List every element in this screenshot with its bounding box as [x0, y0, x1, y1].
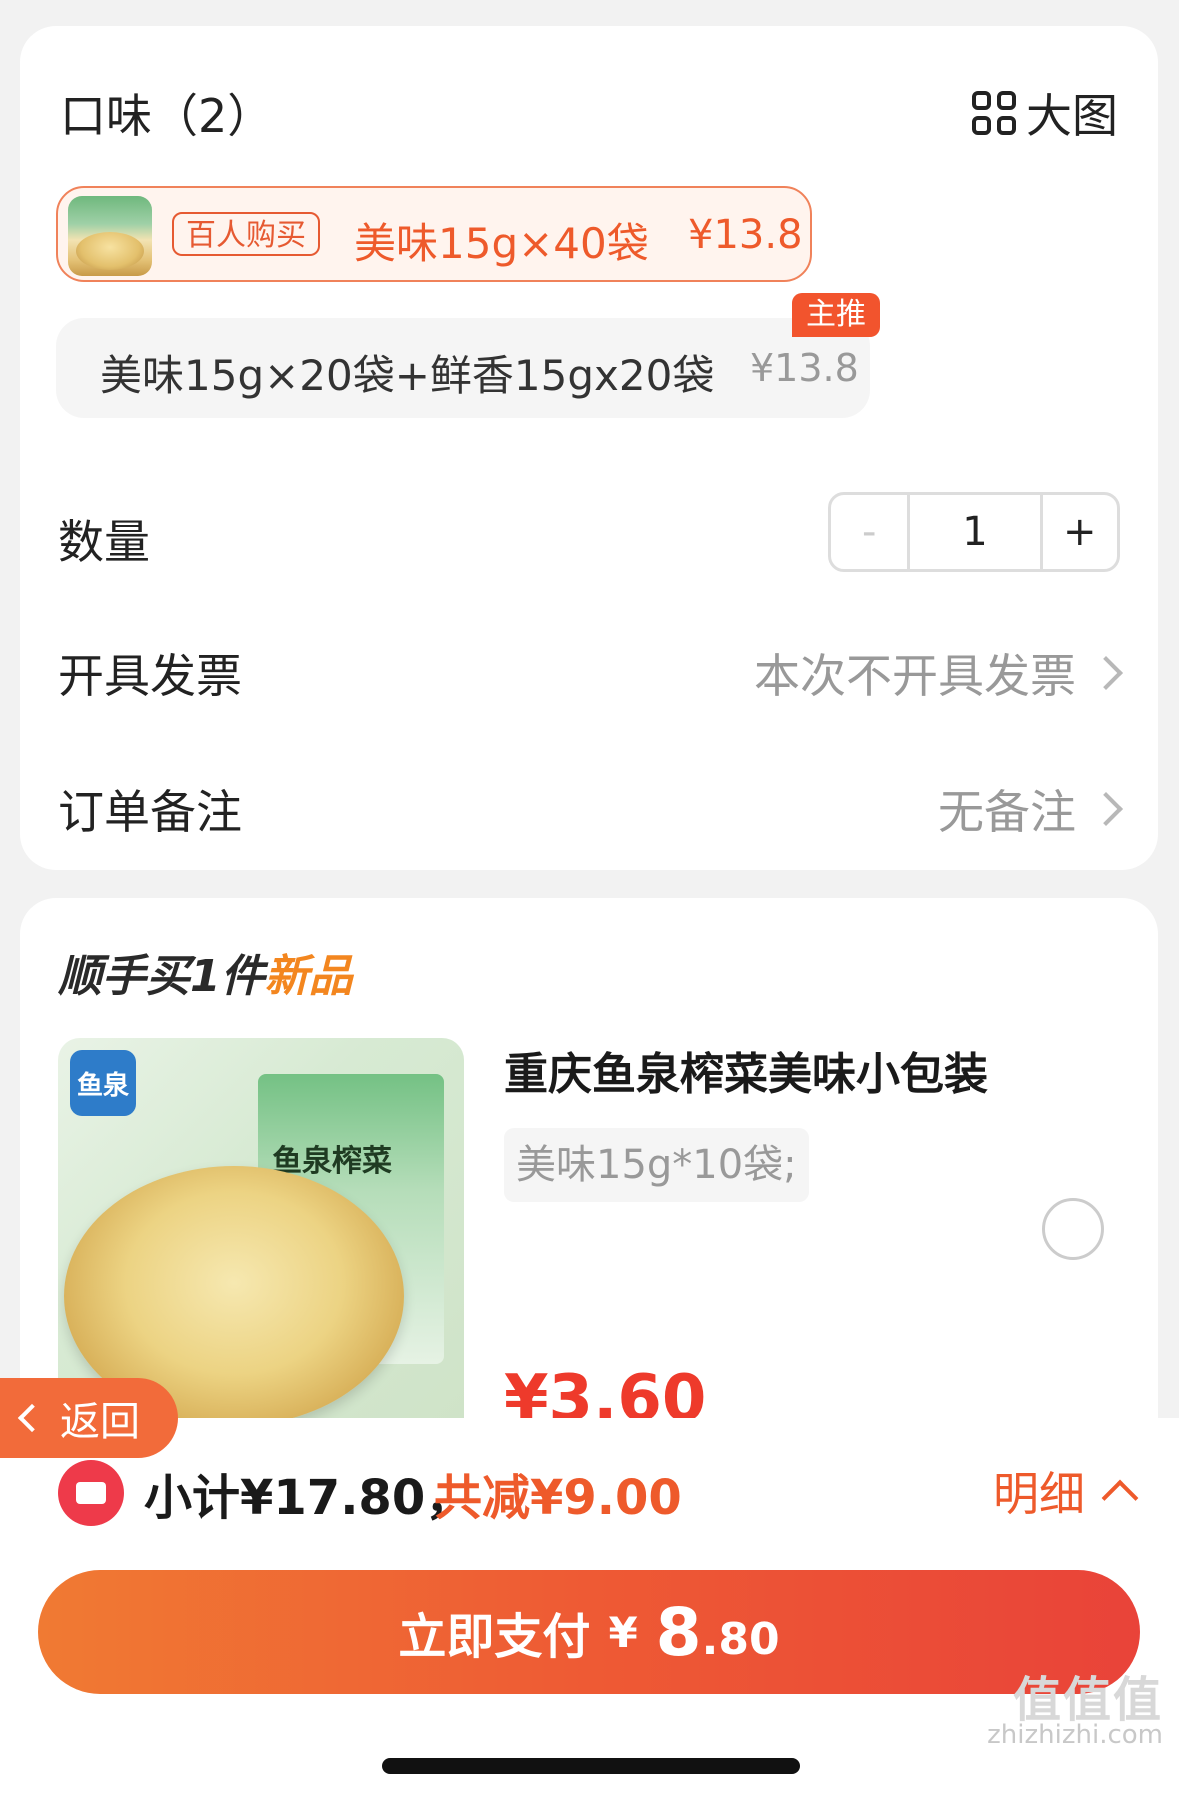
order-note-value: 无备注 [938, 785, 1076, 839]
big-image-label: 大图 [1026, 89, 1118, 143]
brand-logo: 鱼泉 [70, 1050, 136, 1116]
pay-now-button[interactable]: 立即支付 ¥ 8 .80 [38, 1570, 1140, 1694]
addon-title-new: 新品 [264, 951, 353, 1002]
invoice-value: 本次不开具发票 [754, 649, 1076, 703]
decrease-button[interactable]: - [831, 495, 911, 569]
recommended-tag: 主推 [792, 293, 880, 337]
grid-view-icon [972, 91, 1016, 135]
invoice-row[interactable]: 本次不开具发票 [754, 640, 1123, 706]
addon-title: 顺手买1件新品 [58, 940, 353, 1004]
chevron-right-icon [1089, 656, 1123, 690]
addon-select-radio[interactable] [1042, 1198, 1104, 1260]
flavor-section-title: 口味（2） [60, 89, 274, 143]
price-detail-button[interactable]: 明细 [993, 1458, 1139, 1524]
back-label: 返回 [60, 1399, 140, 1445]
popular-badge: 百人购买 [172, 212, 320, 256]
quantity-label: 数量 [58, 515, 150, 569]
watermark-text: zhizhizhi.com [987, 1720, 1163, 1750]
flavor-option-1[interactable]: 百人购买 美味15g×40袋 ¥13.8 [56, 186, 812, 282]
subtotal-text: 小计¥17.80， [144, 1470, 474, 1526]
addon-product-image[interactable]: 鱼泉榨菜 鱼泉 [58, 1038, 464, 1418]
product-thumbnail [68, 196, 152, 276]
chevron-right-icon [1089, 792, 1123, 826]
addon-product-price: ¥3.60 [504, 1362, 707, 1418]
flavor-option-name: 美味15g×20袋+鲜香15gx20袋 [100, 351, 715, 400]
quantity-stepper: - 1 + [828, 492, 1120, 572]
pay-amount-integer: 8 [655, 1593, 702, 1671]
addon-product-name[interactable]: 重庆鱼泉榨菜美味小包装 [504, 1038, 988, 1102]
flavor-option-price: ¥13.8 [688, 212, 803, 258]
chevron-left-icon [17, 1403, 47, 1433]
order-note-label: 订单备注 [58, 785, 242, 839]
pay-label: 立即支付 [398, 1609, 591, 1665]
coupon-icon [58, 1460, 124, 1526]
addon-card: 顺手买1件新品 鱼泉榨菜 鱼泉 重庆鱼泉榨菜美味小包装 美味15g*10袋; ¥… [20, 898, 1158, 1418]
detail-label: 明细 [993, 1467, 1085, 1521]
quantity-value[interactable]: 1 [910, 495, 1043, 569]
big-image-toggle[interactable]: 大图 [972, 80, 1118, 146]
flavor-option-name: 美味15g×40袋 [354, 219, 649, 268]
flavor-option-2[interactable]: 美味15g×20袋+鲜香15gx20袋 ¥13.8 [56, 318, 870, 418]
order-options-card: 口味（2） 大图 百人购买 美味15g×40袋 ¥13.8 美味15g×20袋+… [20, 26, 1158, 870]
order-note-row[interactable]: 无备注 [938, 776, 1123, 842]
invoice-label: 开具发票 [58, 649, 242, 703]
discount-text: 共减¥9.00 [434, 1470, 682, 1526]
addon-title-main: 顺手买1件 [58, 951, 265, 1002]
pay-currency: ¥ [608, 1607, 638, 1657]
chevron-up-icon [1101, 1479, 1139, 1517]
pay-amount-decimal: .80 [701, 1613, 780, 1665]
back-button[interactable]: 返回 [0, 1378, 178, 1458]
home-indicator[interactable] [382, 1758, 800, 1774]
flavor-option-price: ¥13.8 [750, 346, 859, 390]
addon-product-spec[interactable]: 美味15g*10袋; [504, 1128, 809, 1202]
increase-button[interactable]: + [1043, 495, 1117, 569]
